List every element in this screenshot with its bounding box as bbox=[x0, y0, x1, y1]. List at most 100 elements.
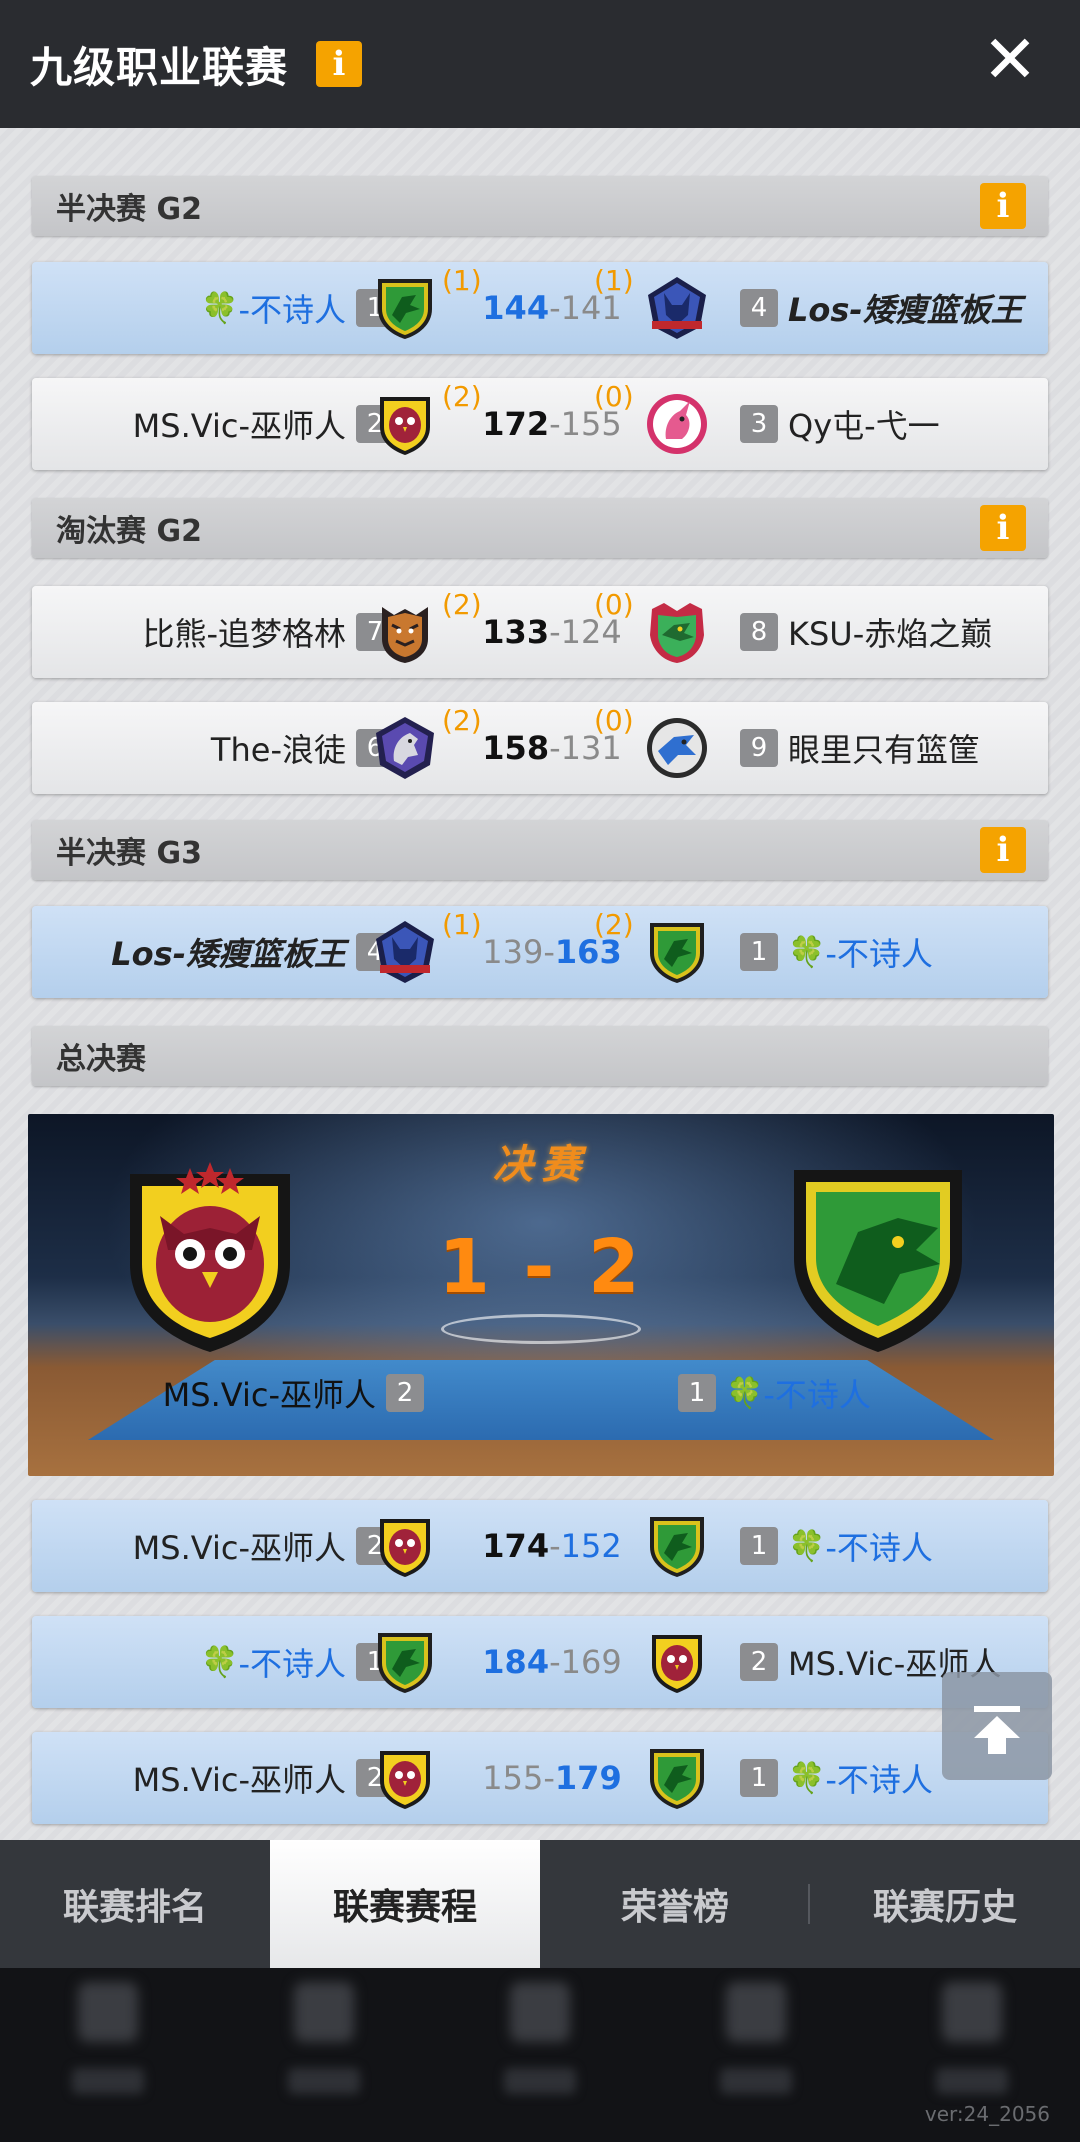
rank-badge: 8 bbox=[740, 613, 778, 651]
score-separator: - bbox=[543, 933, 555, 971]
rank-badge: 1 bbox=[740, 933, 778, 971]
score-separator: - bbox=[549, 289, 561, 327]
score-separator: - bbox=[549, 405, 561, 443]
section-title: 半决赛 G3 bbox=[56, 836, 202, 871]
score-separator: - bbox=[549, 1527, 561, 1565]
team-name: 比熊-追梦格林 bbox=[142, 615, 346, 653]
match-row[interactable]: MS.Vic-巫师人 2 174 - 152 1 🍀 -不诗人 bbox=[32, 1500, 1048, 1592]
blurred-nav-item bbox=[648, 1968, 864, 2142]
team-name: -不诗人 bbox=[825, 1761, 933, 1799]
close-icon[interactable]: ✕ bbox=[980, 27, 1040, 93]
match-row[interactable]: 🍀 -不诗人 1 (1) 144 - 141 (1) 4 Los-矮瘦篮板王 bbox=[32, 262, 1048, 354]
team-name: MS.Vic-巫师人 bbox=[132, 1529, 346, 1567]
rank-badge: 2 bbox=[740, 1643, 778, 1681]
right-series-wins: (0) bbox=[594, 588, 634, 621]
clover-icon: 🍀 bbox=[788, 934, 826, 970]
owl-logo-icon bbox=[652, 1635, 702, 1693]
left-team: 比熊-追梦格林 7 bbox=[142, 586, 404, 678]
rank-badge: 1 bbox=[678, 1374, 716, 1412]
right-team: 3 Qy屯-弋一 bbox=[730, 378, 940, 470]
right-team: 1 🍀 -不诗人 bbox=[730, 906, 933, 998]
clover-icon: 🍀 bbox=[788, 1528, 826, 1564]
info-icon[interactable]: i bbox=[980, 183, 1026, 229]
rank-badge: 4 bbox=[740, 289, 778, 327]
team-name: MS.Vic-巫师人 bbox=[162, 1376, 376, 1414]
left-team: MS.Vic-巫师人 2 bbox=[133, 1732, 404, 1824]
section-title: 淘汰赛 G2 bbox=[56, 514, 202, 549]
blurred-nav-item bbox=[432, 1968, 648, 2142]
left-team: MS.Vic-巫师人 2 bbox=[133, 378, 404, 470]
owl-logo-icon bbox=[380, 1519, 430, 1577]
dragon-logo-icon bbox=[378, 1633, 432, 1693]
court-center-circle bbox=[441, 1314, 641, 1344]
wolf-logo-icon bbox=[376, 921, 434, 983]
blurred-nav-item bbox=[0, 1968, 216, 2142]
dragon-logo-icon bbox=[650, 923, 704, 983]
team-name: Qy屯-弋一 bbox=[788, 407, 940, 445]
right-series-wins: (1) bbox=[594, 264, 634, 297]
match-score: 174 - 152 bbox=[472, 1500, 632, 1592]
score-left: 133 bbox=[482, 613, 550, 651]
team-name: -不诗人 bbox=[763, 1376, 871, 1414]
clover-icon: 🍀 bbox=[201, 290, 239, 326]
score-separator: - bbox=[549, 729, 561, 767]
match-score: 155 - 179 bbox=[472, 1732, 632, 1824]
right-team: 1 🍀 -不诗人 bbox=[730, 1500, 933, 1592]
rank-badge: 9 bbox=[740, 729, 778, 767]
version-label: ver:24_2056 bbox=[924, 2102, 1050, 2126]
match-row[interactable]: MS.Vic-巫师人 2 (2) 172 - 155 (0) 3 Qy屯-弋一 bbox=[32, 378, 1048, 470]
info-icon[interactable]: i bbox=[980, 827, 1026, 873]
info-icon[interactable]: i bbox=[316, 41, 363, 87]
page-title: 九级职业联赛 bbox=[30, 42, 289, 92]
left-team: MS.Vic-巫师人 2 bbox=[133, 1500, 404, 1592]
score-separator: - bbox=[549, 1643, 561, 1681]
dragon-head-logo-icon bbox=[650, 603, 704, 663]
owl-logo-icon bbox=[380, 397, 430, 455]
team-name: MS.Vic-巫师人 bbox=[132, 407, 346, 445]
score-right: 179 bbox=[554, 1759, 622, 1797]
rank-badge: 1 bbox=[740, 1527, 778, 1565]
section-header-semi-g2: 半决赛 G2 i bbox=[32, 176, 1048, 236]
back-to-top-button[interactable] bbox=[942, 1672, 1052, 1780]
right-series-wins: (2) bbox=[594, 908, 634, 941]
rank-badge: 1 bbox=[740, 1759, 778, 1797]
tab-league-ranking[interactable]: 联赛排名 bbox=[0, 1840, 270, 1968]
dragon-logo-icon bbox=[650, 1749, 704, 1809]
unicorn-logo-icon bbox=[647, 394, 707, 454]
finals-banner[interactable]: 决赛 1 - 2 MS.Vic-巫师人 2 1 🍀 -不诗人 bbox=[28, 1114, 1054, 1476]
tab-label: 联赛排名 bbox=[62, 1887, 207, 1928]
match-row[interactable]: 比熊-追梦格林 7 (2) 133 - 124 (0) 8 KSU-赤焰之巅 bbox=[32, 586, 1048, 678]
right-series-wins: (0) bbox=[594, 380, 634, 413]
match-score: 184 - 169 bbox=[472, 1616, 632, 1708]
tab-label: 荣誉榜 bbox=[620, 1887, 729, 1928]
section-header-semi-g3: 半决赛 G3 i bbox=[32, 820, 1048, 880]
tab-label: 联赛历史 bbox=[872, 1887, 1017, 1928]
owl-logo-icon bbox=[380, 1751, 430, 1809]
right-team: 9 眼里只有篮筐 bbox=[730, 702, 980, 794]
blurred-nav-item bbox=[216, 1968, 432, 2142]
section-header-elim-g2: 淘汰赛 G2 i bbox=[32, 498, 1048, 558]
tab-honor-board[interactable]: 荣誉榜 bbox=[540, 1840, 810, 1968]
score-separator: - bbox=[543, 1759, 555, 1797]
header-bar: 九级职业联赛 i ✕ bbox=[0, 0, 1080, 128]
schedule-list[interactable]: 半决赛 G2 i 🍀 -不诗人 1 (1) 144 - 141 (1) 4 Lo… bbox=[0, 128, 1080, 1840]
section-title: 半决赛 G2 bbox=[56, 192, 202, 227]
team-name: -不诗人 bbox=[238, 1645, 346, 1683]
team-name: 眼里只有篮筐 bbox=[788, 731, 981, 769]
team-name: -不诗人 bbox=[825, 1529, 933, 1567]
eagle-logo-icon bbox=[647, 718, 707, 778]
tab-league-history[interactable]: 联赛历史 bbox=[810, 1840, 1080, 1968]
score-right: 169 bbox=[560, 1643, 622, 1681]
match-row[interactable]: The-浪徒 6 (2) 158 - 131 (0) 9 眼里只有篮筐 bbox=[32, 702, 1048, 794]
score-left: 158 bbox=[482, 729, 550, 767]
clover-icon: 🍀 bbox=[788, 1760, 826, 1796]
tab-league-schedule[interactable]: 联赛赛程 bbox=[270, 1840, 540, 1968]
info-icon[interactable]: i bbox=[980, 505, 1026, 551]
horse-logo-icon bbox=[376, 717, 434, 779]
match-row[interactable]: MS.Vic-巫师人 2 155 - 179 1 🍀 -不诗人 bbox=[32, 1732, 1048, 1824]
score-right: 152 bbox=[560, 1527, 622, 1565]
score-left: 174 bbox=[482, 1527, 550, 1565]
match-row[interactable]: 🍀 -不诗人 1 184 - 169 2 MS.Vic-巫师人 bbox=[32, 1616, 1048, 1708]
dragon-logo-icon bbox=[794, 1170, 962, 1352]
match-row[interactable]: Los-矮瘦篮板王 4 (1) 139 - 163 (2) 1 🍀 -不诗人 bbox=[32, 906, 1048, 998]
